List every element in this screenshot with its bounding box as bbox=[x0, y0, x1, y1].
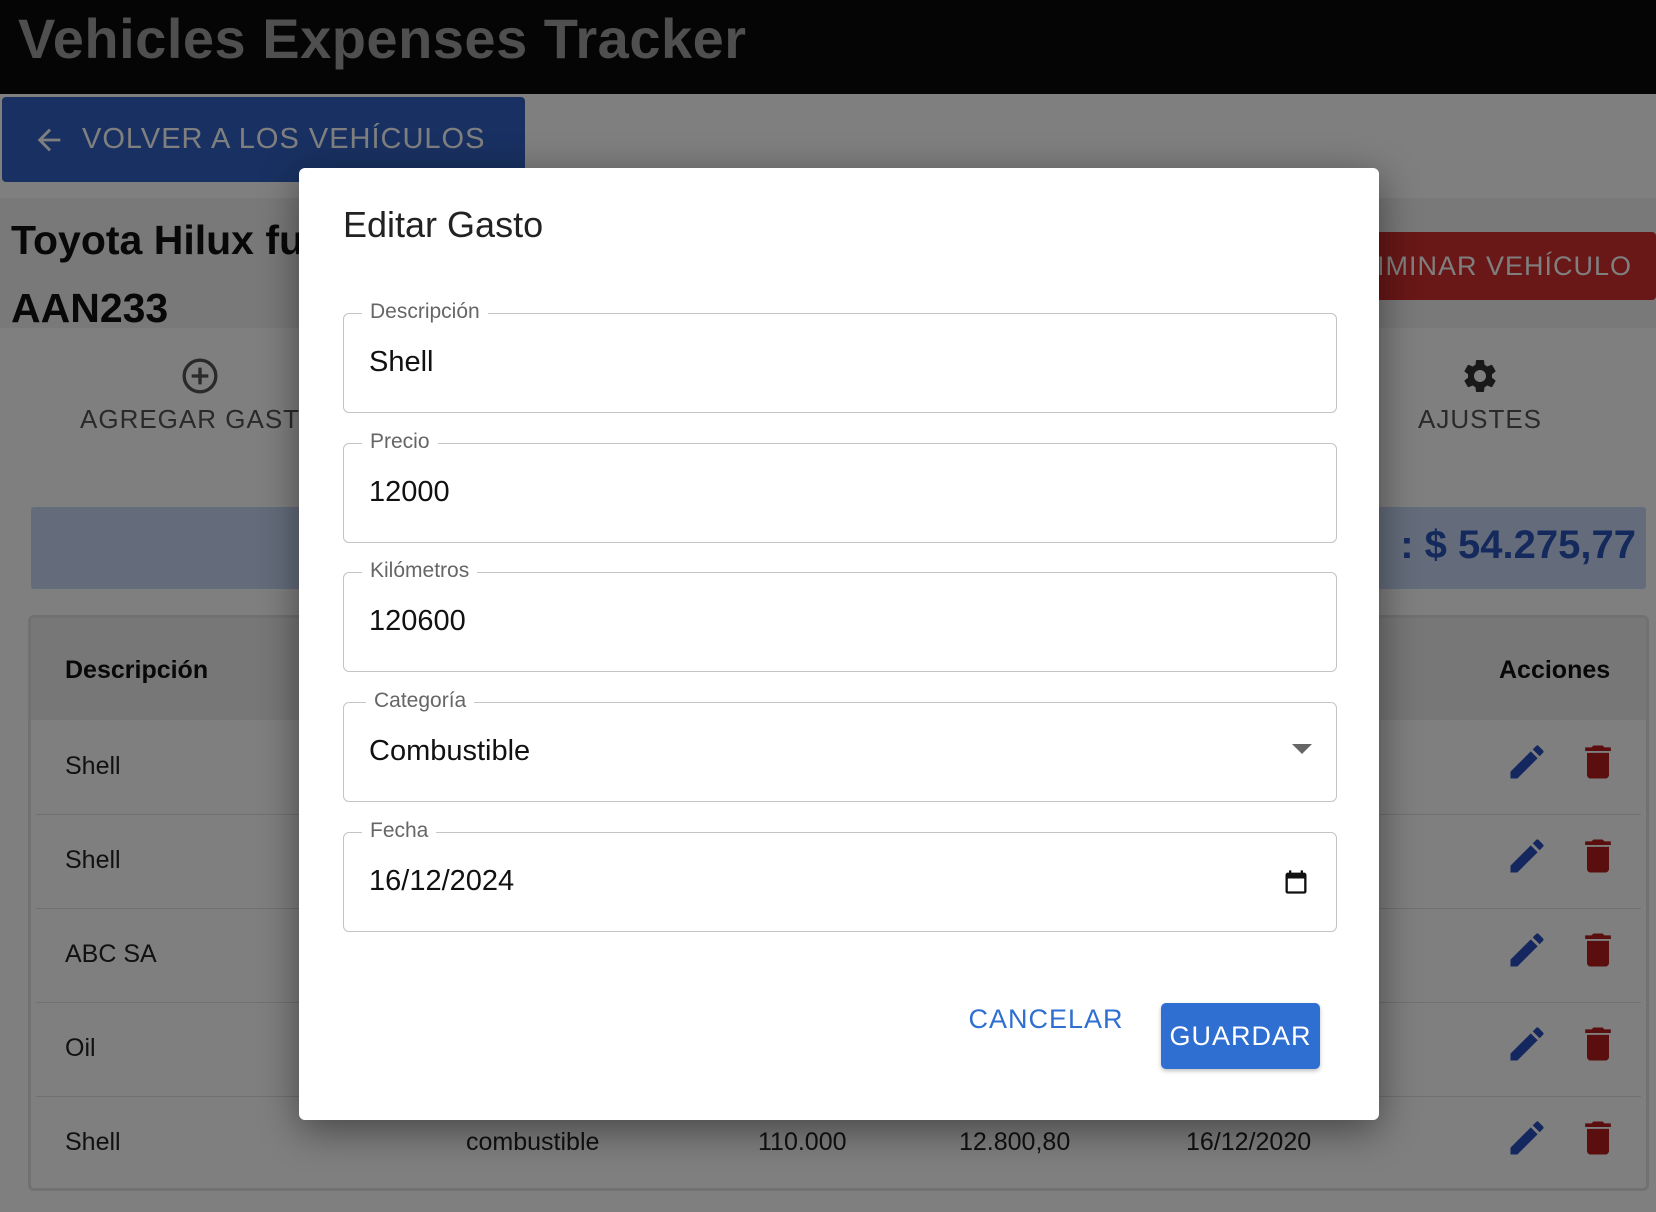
save-button[interactable]: GUARDAR bbox=[1161, 1003, 1320, 1069]
dialog-title: Editar Gasto bbox=[343, 204, 544, 245]
date-field-value[interactable]: 16/12/2024 bbox=[369, 865, 514, 898]
category-select[interactable]: Categoría Combustible bbox=[343, 688, 1337, 802]
description-field-value[interactable]: Shell bbox=[369, 346, 434, 379]
date-field[interactable]: Fecha 16/12/2024 bbox=[343, 818, 1337, 932]
price-field-label: Precio bbox=[362, 429, 438, 455]
price-field-value[interactable]: 12000 bbox=[369, 476, 450, 509]
calendar-icon[interactable] bbox=[1282, 867, 1310, 897]
kilometers-field-value[interactable]: 120600 bbox=[369, 605, 466, 638]
category-select-label: Categoría bbox=[366, 688, 475, 714]
cancel-button[interactable]: CANCELAR bbox=[966, 986, 1126, 1052]
edit-expense-dialog: Editar Gasto Descripción Shell Precio 12… bbox=[299, 168, 1379, 1120]
chevron-down-icon[interactable] bbox=[1292, 743, 1312, 755]
description-field-label: Descripción bbox=[362, 299, 488, 325]
date-field-label: Fecha bbox=[362, 818, 437, 844]
category-select-value: Combustible bbox=[369, 735, 531, 767]
description-field[interactable]: Descripción Shell bbox=[343, 299, 1337, 413]
kilometers-field-label: Kilómetros bbox=[362, 558, 478, 584]
kilometers-field[interactable]: Kilómetros 120600 bbox=[343, 558, 1337, 672]
price-field[interactable]: Precio 12000 bbox=[343, 429, 1337, 543]
